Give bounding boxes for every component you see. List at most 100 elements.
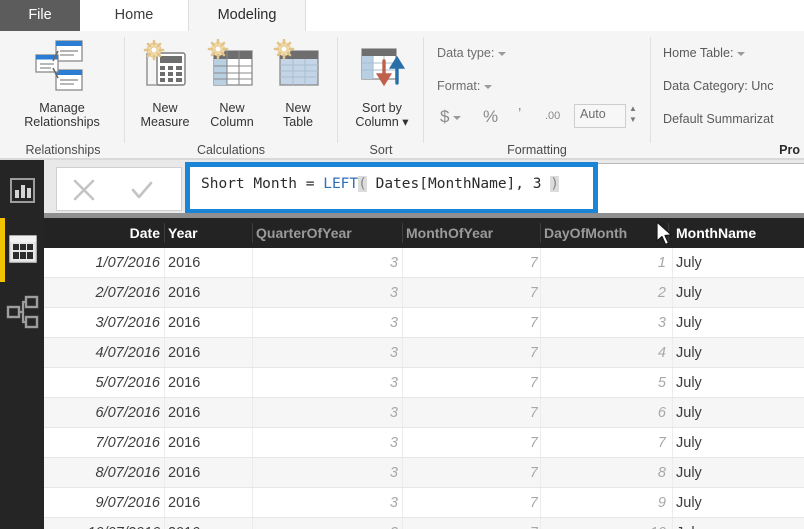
cell-monthname[interactable]: July — [676, 278, 804, 308]
table-row[interactable]: 2/07/2016 2016 3 7 2 July — [44, 278, 804, 308]
cell-quarterofyear[interactable]: 3 — [256, 278, 398, 308]
cell-dayofmonth[interactable]: 6 — [544, 398, 666, 428]
sidebar-item-data-view[interactable] — [0, 218, 44, 282]
thousands-separator-button[interactable]: ’ — [518, 105, 521, 122]
cell-date[interactable]: 4/07/2016 — [60, 338, 160, 368]
cell-monthname[interactable]: July — [676, 308, 804, 338]
cell-year[interactable]: 2016 — [168, 488, 256, 518]
decimal-places-stepper-down[interactable]: ▼ — [626, 116, 640, 124]
cell-dayofmonth[interactable]: 10 — [544, 518, 666, 529]
cell-year[interactable]: 2016 — [168, 368, 256, 398]
percent-format-button[interactable]: % — [483, 107, 498, 127]
cell-monthname[interactable]: July — [676, 428, 804, 458]
tab-home[interactable]: Home — [80, 0, 188, 31]
cell-date[interactable]: 1/07/2016 — [60, 248, 160, 278]
decimal-places-button[interactable]: .00 — [545, 110, 560, 122]
manage-relationships-button[interactable]: Manage Relationships — [8, 39, 116, 129]
cell-year[interactable]: 2016 — [168, 278, 256, 308]
cell-monthname[interactable]: July — [676, 518, 804, 529]
chevron-down-icon[interactable] — [498, 51, 507, 56]
new-table-button[interactable]: New Table — [267, 38, 329, 129]
cell-date[interactable]: 8/07/2016 — [60, 458, 160, 488]
cell-year[interactable]: 2016 — [168, 458, 256, 488]
table-row[interactable]: 6/07/2016 2016 3 7 6 July — [44, 398, 804, 428]
cell-year[interactable]: 2016 — [168, 518, 256, 529]
cell-quarterofyear[interactable]: 3 — [256, 308, 398, 338]
table-row[interactable]: 9/07/2016 2016 3 7 9 July — [44, 488, 804, 518]
sort-by-column-button[interactable]: Sort by Column ▾ — [347, 39, 417, 129]
cell-monthname[interactable]: July — [676, 398, 804, 428]
cell-dayofmonth[interactable]: 5 — [544, 368, 666, 398]
new-measure-button[interactable]: New Measure — [133, 39, 197, 129]
cell-year[interactable]: 2016 — [168, 428, 256, 458]
cell-dayofmonth[interactable]: 3 — [544, 308, 666, 338]
cell-quarterofyear[interactable]: 3 — [256, 368, 398, 398]
cell-date[interactable]: 10/07/2016 — [60, 518, 160, 529]
accept-check-icon[interactable] — [129, 177, 155, 203]
formula-input[interactable]: Short Month = LEFT( Dates[MonthName], 3 … — [190, 167, 593, 209]
tab-modeling[interactable]: Modeling — [188, 0, 306, 31]
column-header-monthname[interactable]: MonthName — [676, 218, 804, 248]
sidebar-item-model-view[interactable] — [0, 280, 44, 344]
cell-monthofyear[interactable]: 7 — [406, 368, 538, 398]
sidebar-item-report-view[interactable] — [0, 160, 44, 224]
cell-quarterofyear[interactable]: 3 — [256, 338, 398, 368]
table-row[interactable]: 1/07/2016 2016 3 7 1 July — [44, 248, 804, 278]
cell-year[interactable]: 2016 — [168, 338, 256, 368]
table-row[interactable]: 3/07/2016 2016 3 7 3 July — [44, 308, 804, 338]
cell-monthofyear[interactable]: 7 — [406, 518, 538, 529]
cell-year[interactable]: 2016 — [168, 398, 256, 428]
cell-monthofyear[interactable]: 7 — [406, 338, 538, 368]
chevron-down-icon[interactable] — [737, 51, 746, 56]
cell-dayofmonth[interactable]: 1 — [544, 248, 666, 278]
cell-monthofyear[interactable]: 7 — [406, 428, 538, 458]
currency-format-button[interactable]: $ — [440, 107, 462, 127]
cell-date[interactable]: 9/07/2016 — [60, 488, 160, 518]
cell-monthname[interactable]: July — [676, 458, 804, 488]
table-row[interactable]: 7/07/2016 2016 3 7 7 July — [44, 428, 804, 458]
cell-quarterofyear[interactable]: 3 — [256, 248, 398, 278]
cell-dayofmonth[interactable]: 9 — [544, 488, 666, 518]
column-header-dayofmonth[interactable]: DayOfMonth — [544, 218, 666, 248]
column-resize-handle[interactable] — [252, 223, 253, 243]
cell-monthofyear[interactable]: 7 — [406, 398, 538, 428]
chevron-down-icon[interactable] — [484, 84, 493, 89]
column-header-monthofyear[interactable]: MonthOfYear — [406, 218, 538, 248]
column-resize-handle[interactable] — [402, 223, 403, 243]
table-row[interactable]: 5/07/2016 2016 3 7 5 July — [44, 368, 804, 398]
cell-quarterofyear[interactable]: 3 — [256, 458, 398, 488]
cell-dayofmonth[interactable]: 4 — [544, 338, 666, 368]
cell-quarterofyear[interactable]: 3 — [256, 488, 398, 518]
tab-file[interactable]: File — [0, 0, 80, 31]
decimal-places-input[interactable]: Auto — [574, 104, 626, 128]
cell-monthname[interactable]: July — [676, 338, 804, 368]
decimal-places-stepper-up[interactable]: ▲ — [626, 105, 640, 113]
cell-quarterofyear[interactable]: 3 — [256, 518, 398, 529]
table-row[interactable]: 8/07/2016 2016 3 7 8 July — [44, 458, 804, 488]
cell-date[interactable]: 5/07/2016 — [60, 368, 160, 398]
column-header-quarterofyear[interactable]: QuarterOfYear — [256, 218, 398, 248]
cell-monthname[interactable]: July — [676, 488, 804, 518]
cell-monthname[interactable]: July — [676, 368, 804, 398]
cell-date[interactable]: 3/07/2016 — [60, 308, 160, 338]
cell-monthofyear[interactable]: 7 — [406, 308, 538, 338]
cell-monthofyear[interactable]: 7 — [406, 488, 538, 518]
table-row[interactable]: 10/07/2016 201637 10 July — [44, 518, 804, 529]
cell-year[interactable]: 2016 — [168, 308, 256, 338]
chevron-down-icon[interactable] — [453, 115, 462, 120]
cell-monthofyear[interactable]: 7 — [406, 458, 538, 488]
cell-quarterofyear[interactable]: 3 — [256, 428, 398, 458]
cell-dayofmonth[interactable]: 7 — [544, 428, 666, 458]
cell-monthofyear[interactable]: 7 — [406, 248, 538, 278]
cell-year[interactable]: 2016 — [168, 248, 256, 278]
column-resize-handle[interactable] — [668, 223, 669, 243]
cancel-x-icon[interactable] — [71, 177, 97, 203]
cell-dayofmonth[interactable]: 8 — [544, 458, 666, 488]
cell-monthname[interactable]: July — [676, 248, 804, 278]
column-header-year[interactable]: Year — [168, 218, 256, 248]
cell-monthofyear[interactable]: 7 — [406, 278, 538, 308]
new-column-button[interactable]: New Column — [199, 38, 265, 129]
column-resize-handle[interactable] — [540, 223, 541, 243]
cell-dayofmonth[interactable]: 2 — [544, 278, 666, 308]
cell-quarterofyear[interactable]: 3 — [256, 398, 398, 428]
